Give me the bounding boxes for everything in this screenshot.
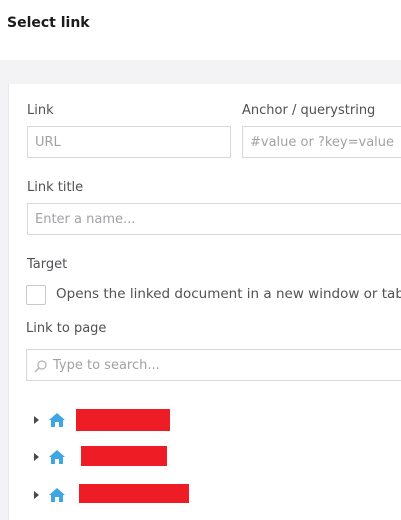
tree-item-label — [76, 409, 170, 431]
home-icon — [49, 450, 65, 464]
link-to-page-label: Link to page — [26, 321, 107, 336]
link-label: Link — [27, 103, 54, 118]
expand-caret-icon[interactable] — [34, 453, 39, 461]
home-icon — [49, 413, 65, 427]
expand-caret-icon[interactable] — [34, 416, 39, 424]
dialog-header: Select link — [0, 0, 401, 60]
anchor-input[interactable]: #value or ?key=value — [242, 126, 401, 158]
page-search-placeholder: Type to search... — [53, 358, 160, 373]
link-url-input[interactable]: URL — [27, 126, 231, 158]
search-icon — [34, 360, 47, 373]
anchor-label: Anchor / querystring — [242, 103, 376, 118]
link-title-input[interactable]: Enter a name... — [27, 203, 401, 235]
tree-item[interactable] — [0, 484, 393, 508]
new-window-checkbox-label[interactable]: Opens the linked document in a new windo… — [56, 286, 401, 302]
home-icon — [49, 488, 65, 502]
tree-item-label — [79, 484, 189, 503]
link-title-placeholder: Enter a name... — [35, 212, 136, 227]
target-label: Target — [27, 257, 68, 272]
tree-item[interactable] — [0, 446, 393, 470]
new-window-checkbox[interactable] — [26, 285, 46, 305]
expand-caret-icon[interactable] — [34, 491, 39, 499]
dialog-title: Select link — [7, 15, 90, 31]
anchor-placeholder: #value or ?key=value — [250, 135, 395, 150]
page-search-input[interactable]: Type to search... — [26, 349, 401, 381]
tree-item[interactable] — [0, 409, 393, 433]
link-title-label: Link title — [27, 180, 84, 195]
tree-item-label — [81, 446, 167, 466]
link-url-placeholder: URL — [35, 135, 61, 150]
